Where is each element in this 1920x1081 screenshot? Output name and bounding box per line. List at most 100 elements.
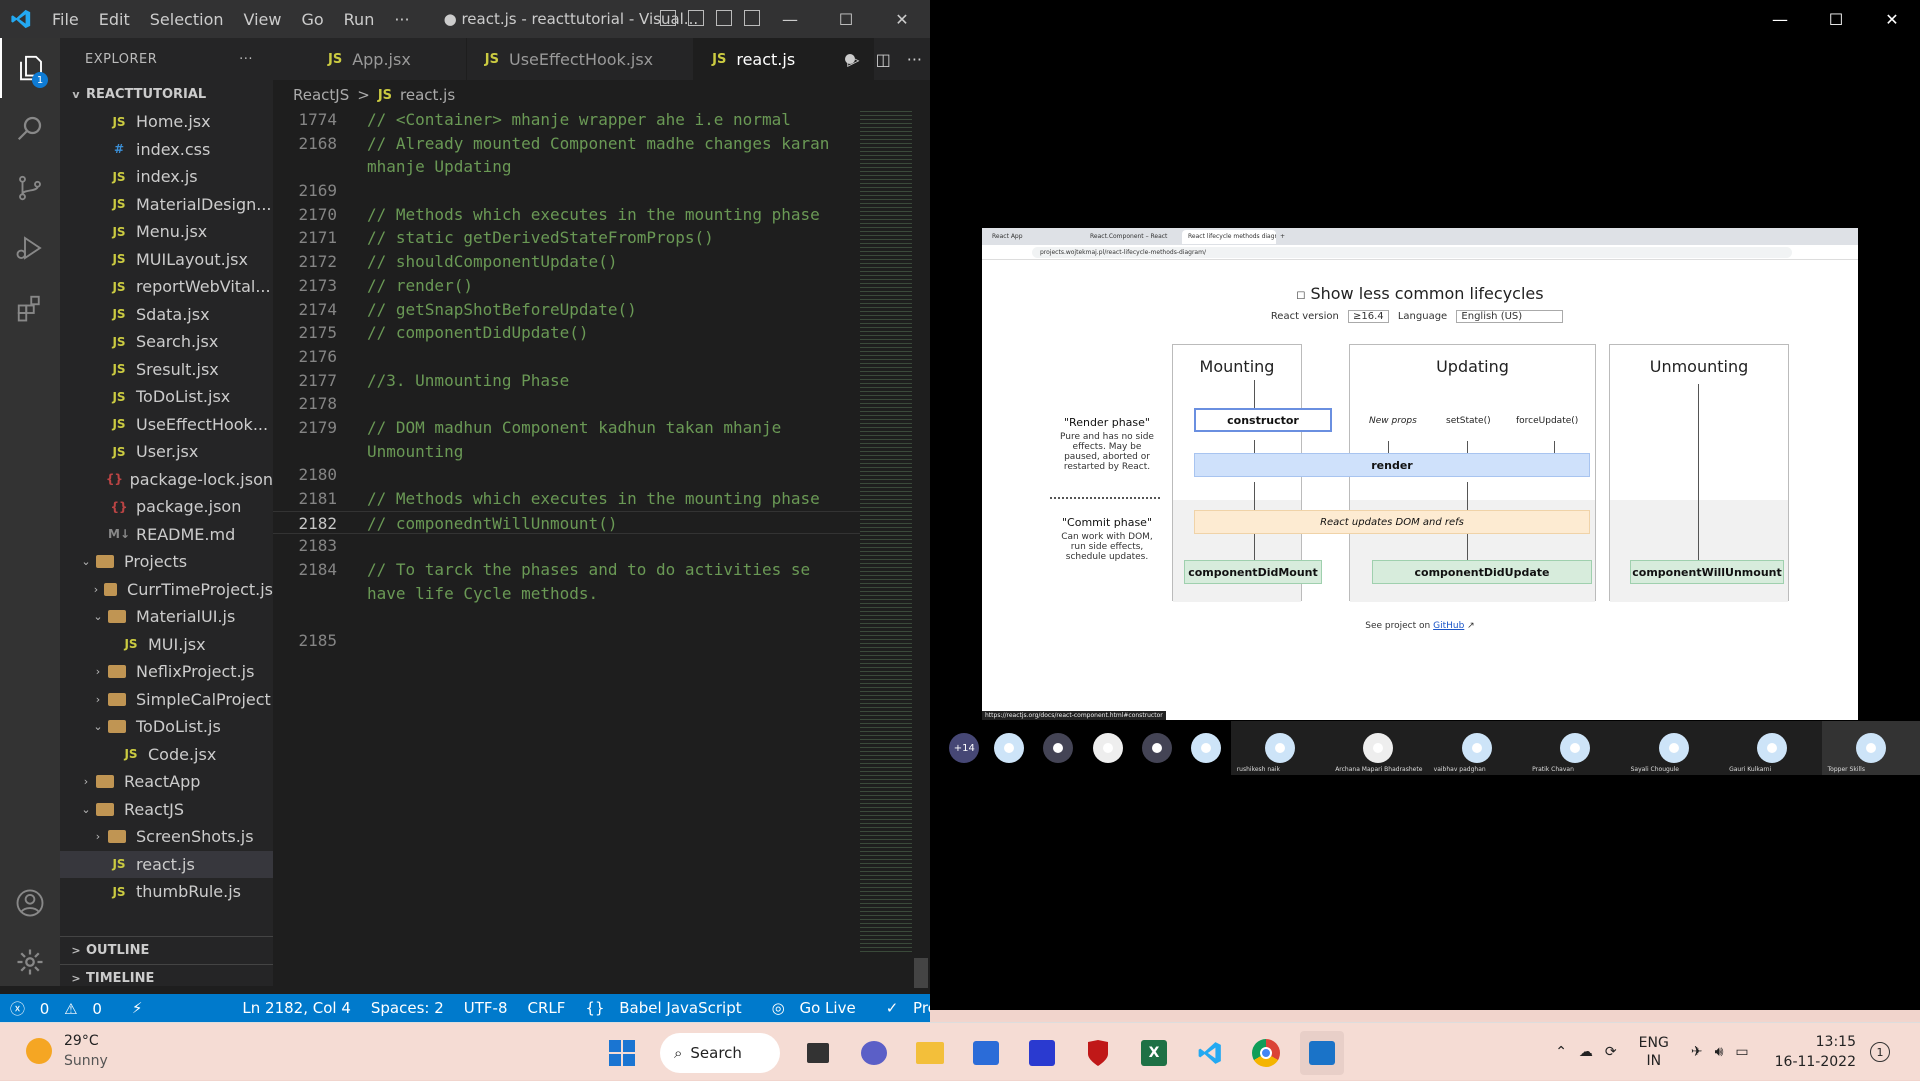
browser-tab-active[interactable]: React lifecycle methods diagr... xyxy=(1182,229,1276,244)
tree-item[interactable]: {} package.json xyxy=(60,493,273,521)
task-view-icon[interactable] xyxy=(796,1031,840,1075)
did-update-box[interactable]: componentDidUpdate xyxy=(1372,560,1592,584)
menu-item-3[interactable]: View xyxy=(244,10,282,29)
participant-tile[interactable]: Sayali Chougule xyxy=(1624,721,1724,775)
customize-layout-icon[interactable] xyxy=(744,10,760,26)
explorer-icon[interactable]: 1 xyxy=(0,38,60,98)
sync-icon[interactable]: ⟳ xyxy=(1605,1044,1617,1060)
tree-item[interactable]: JS index.js xyxy=(60,163,273,191)
scrollbar-thumb[interactable] xyxy=(914,958,928,988)
project-section[interactable]: v REACTTUTORIAL xyxy=(60,80,273,108)
code-line[interactable]: 2177 //3. Unmounting Phase xyxy=(273,369,863,393)
code-line[interactable]: 2168 // Already mounted Component madhe c… xyxy=(273,132,863,156)
tree-item[interactable]: JS ToDoList.jsx xyxy=(60,383,273,411)
code-line[interactable] xyxy=(273,605,863,629)
tree-item[interactable]: JS react.js xyxy=(60,850,273,878)
prettier-button[interactable]: ✓ Prettier xyxy=(886,999,930,1017)
will-unmount-box[interactable]: componentWillUnmount xyxy=(1630,560,1784,584)
code-line[interactable]: 1774 // <Container> mhanje wrapper ahe i.… xyxy=(273,108,863,132)
tree-item[interactable]: JS MUI.jsx xyxy=(60,631,273,659)
teams-chat-icon[interactable] xyxy=(852,1031,896,1075)
browser-tab[interactable]: React.Component – React xyxy=(1084,230,1178,244)
toggle-secondary-sidebar-icon[interactable] xyxy=(716,10,732,26)
settings-gear-icon[interactable] xyxy=(0,932,60,992)
notification-count-badge[interactable]: 1 xyxy=(1870,1042,1890,1062)
tree-item[interactable]: JS Code.jsx xyxy=(60,741,273,769)
code-line[interactable]: 2170 // Methods which executes in the mou… xyxy=(273,203,863,227)
toggle-panel-icon[interactable] xyxy=(688,10,704,26)
run-debug-icon[interactable] xyxy=(0,218,60,278)
more-participants[interactable]: +14 xyxy=(944,721,985,775)
tree-item[interactable]: JS Sresult.jsx xyxy=(60,356,273,384)
code-line[interactable]: 2180 xyxy=(273,463,863,487)
editor-scrollbar[interactable] xyxy=(914,108,928,988)
code-line[interactable]: 2184 // To tarck the phases and to do act… xyxy=(273,558,863,582)
url-field[interactable]: projects.wojtekmaj.pl/react-lifecycle-me… xyxy=(1032,246,1792,258)
go-live-button[interactable]: ◎ Go Live xyxy=(772,999,866,1017)
code-line[interactable]: 2175 // componentDidUpdate() xyxy=(273,321,863,345)
chrome-icon[interactable] xyxy=(1244,1031,1288,1075)
code-line[interactable]: 2172 // shouldComponentUpdate() xyxy=(273,250,863,274)
indentation[interactable]: Spaces: 2 xyxy=(371,999,444,1017)
code-line[interactable]: 2179 // DOM madhun Component kadhun takan… xyxy=(273,416,863,440)
tree-item[interactable]: JS Home.jsx xyxy=(60,108,273,136)
clock[interactable]: 13:15 16-11-2022 xyxy=(1775,1032,1856,1072)
constructor-box[interactable]: constructor xyxy=(1194,408,1332,432)
menu-item-5[interactable]: Run xyxy=(344,10,375,29)
browser-tab[interactable]: React App xyxy=(986,230,1080,244)
tree-item[interactable]: › NeflixProject.js xyxy=(60,658,273,686)
excel-icon[interactable]: X xyxy=(1132,1031,1176,1075)
tree-item[interactable]: › CurrTimeProject.js xyxy=(60,576,273,604)
code-line[interactable]: Unmounting xyxy=(273,440,863,464)
code-line[interactable]: 2181 // Methods which executes in the mou… xyxy=(273,487,863,511)
pen-app-icon[interactable] xyxy=(1020,1031,1064,1075)
breadcrumb-folder[interactable]: ReactJS xyxy=(293,86,349,104)
menu-item-2[interactable]: Selection xyxy=(150,10,224,29)
menu-item-6[interactable]: ··· xyxy=(394,10,409,29)
breadcrumb-file[interactable]: react.js xyxy=(400,86,455,104)
code-editor[interactable]: 1774 // <Container> mhanje wrapper ahe i.… xyxy=(273,108,863,988)
tree-item[interactable]: JS Sdata.jsx xyxy=(60,301,273,329)
explorer-more-icon[interactable]: ··· xyxy=(239,52,253,67)
participant-tile[interactable] xyxy=(985,721,1034,775)
did-mount-box[interactable]: componentDidMount xyxy=(1184,560,1322,584)
more-actions-icon[interactable]: ··· xyxy=(907,50,922,69)
code-line[interactable]: 2174 // getSnapShotBeforeUpdate() xyxy=(273,298,863,322)
participant-tile[interactable] xyxy=(1083,721,1132,775)
participant-tile[interactable] xyxy=(1132,721,1181,775)
participant-tile[interactable]: Topper Skills xyxy=(1821,721,1920,775)
tree-item[interactable]: ⌄ ToDoList.js xyxy=(60,713,273,741)
code-line[interactable]: 2176 xyxy=(273,345,863,369)
tree-item[interactable]: JS UseEffectHook... xyxy=(60,411,273,439)
minimize-button[interactable]: — xyxy=(762,0,818,38)
line-ending[interactable]: CRLF xyxy=(528,999,566,1017)
airplane-mode-icon[interactable]: ✈ xyxy=(1691,1044,1703,1060)
source-control-icon[interactable] xyxy=(0,158,60,218)
tree-item[interactable]: JS MUILayout.jsx xyxy=(60,246,273,274)
problems-indicator[interactable]: ⓧ 0 ⚠ 0 xyxy=(10,998,112,1019)
account-icon[interactable] xyxy=(0,873,60,933)
tree-item[interactable]: › ScreenShots.js xyxy=(60,823,273,851)
volume-icon[interactable]: 🔊︎ xyxy=(1715,1044,1724,1060)
file-explorer-icon[interactable] xyxy=(908,1031,952,1075)
close-button[interactable]: ✕ xyxy=(874,0,930,38)
tree-item[interactable]: › ReactApp xyxy=(60,768,273,796)
participant-tile[interactable]: Archana Mapari Bhadrashete xyxy=(1329,721,1428,775)
cursor-position[interactable]: Ln 2182, Col 4 xyxy=(242,999,350,1017)
code-line[interactable]: 2171 // static getDerivedStateFromProps() xyxy=(273,226,863,250)
participant-tile[interactable]: vaibhav padghan xyxy=(1427,721,1527,775)
minimize-button[interactable]: — xyxy=(1752,0,1808,38)
mcafee-icon[interactable] xyxy=(1076,1031,1120,1075)
github-link[interactable]: GitHub xyxy=(1433,621,1464,631)
code-line[interactable]: 2173 // render() xyxy=(273,274,863,298)
maximize-button[interactable]: ☐ xyxy=(818,0,874,38)
participant-tile[interactable]: rushikesh naik xyxy=(1230,721,1330,775)
maximize-button[interactable]: ☐ xyxy=(1808,0,1864,38)
react-version-select[interactable]: ≥16.4 xyxy=(1348,310,1389,323)
close-button[interactable]: ✕ xyxy=(1864,0,1920,38)
tree-item[interactable]: JS Search.jsx xyxy=(60,328,273,356)
tree-item[interactable]: ⌄ MaterialUI.js xyxy=(60,603,273,631)
vscode-taskbar-icon[interactable] xyxy=(1188,1031,1232,1075)
code-line[interactable]: mhanje Updating xyxy=(273,155,863,179)
participant-tile[interactable]: Gauri Kulkarni xyxy=(1723,721,1822,775)
